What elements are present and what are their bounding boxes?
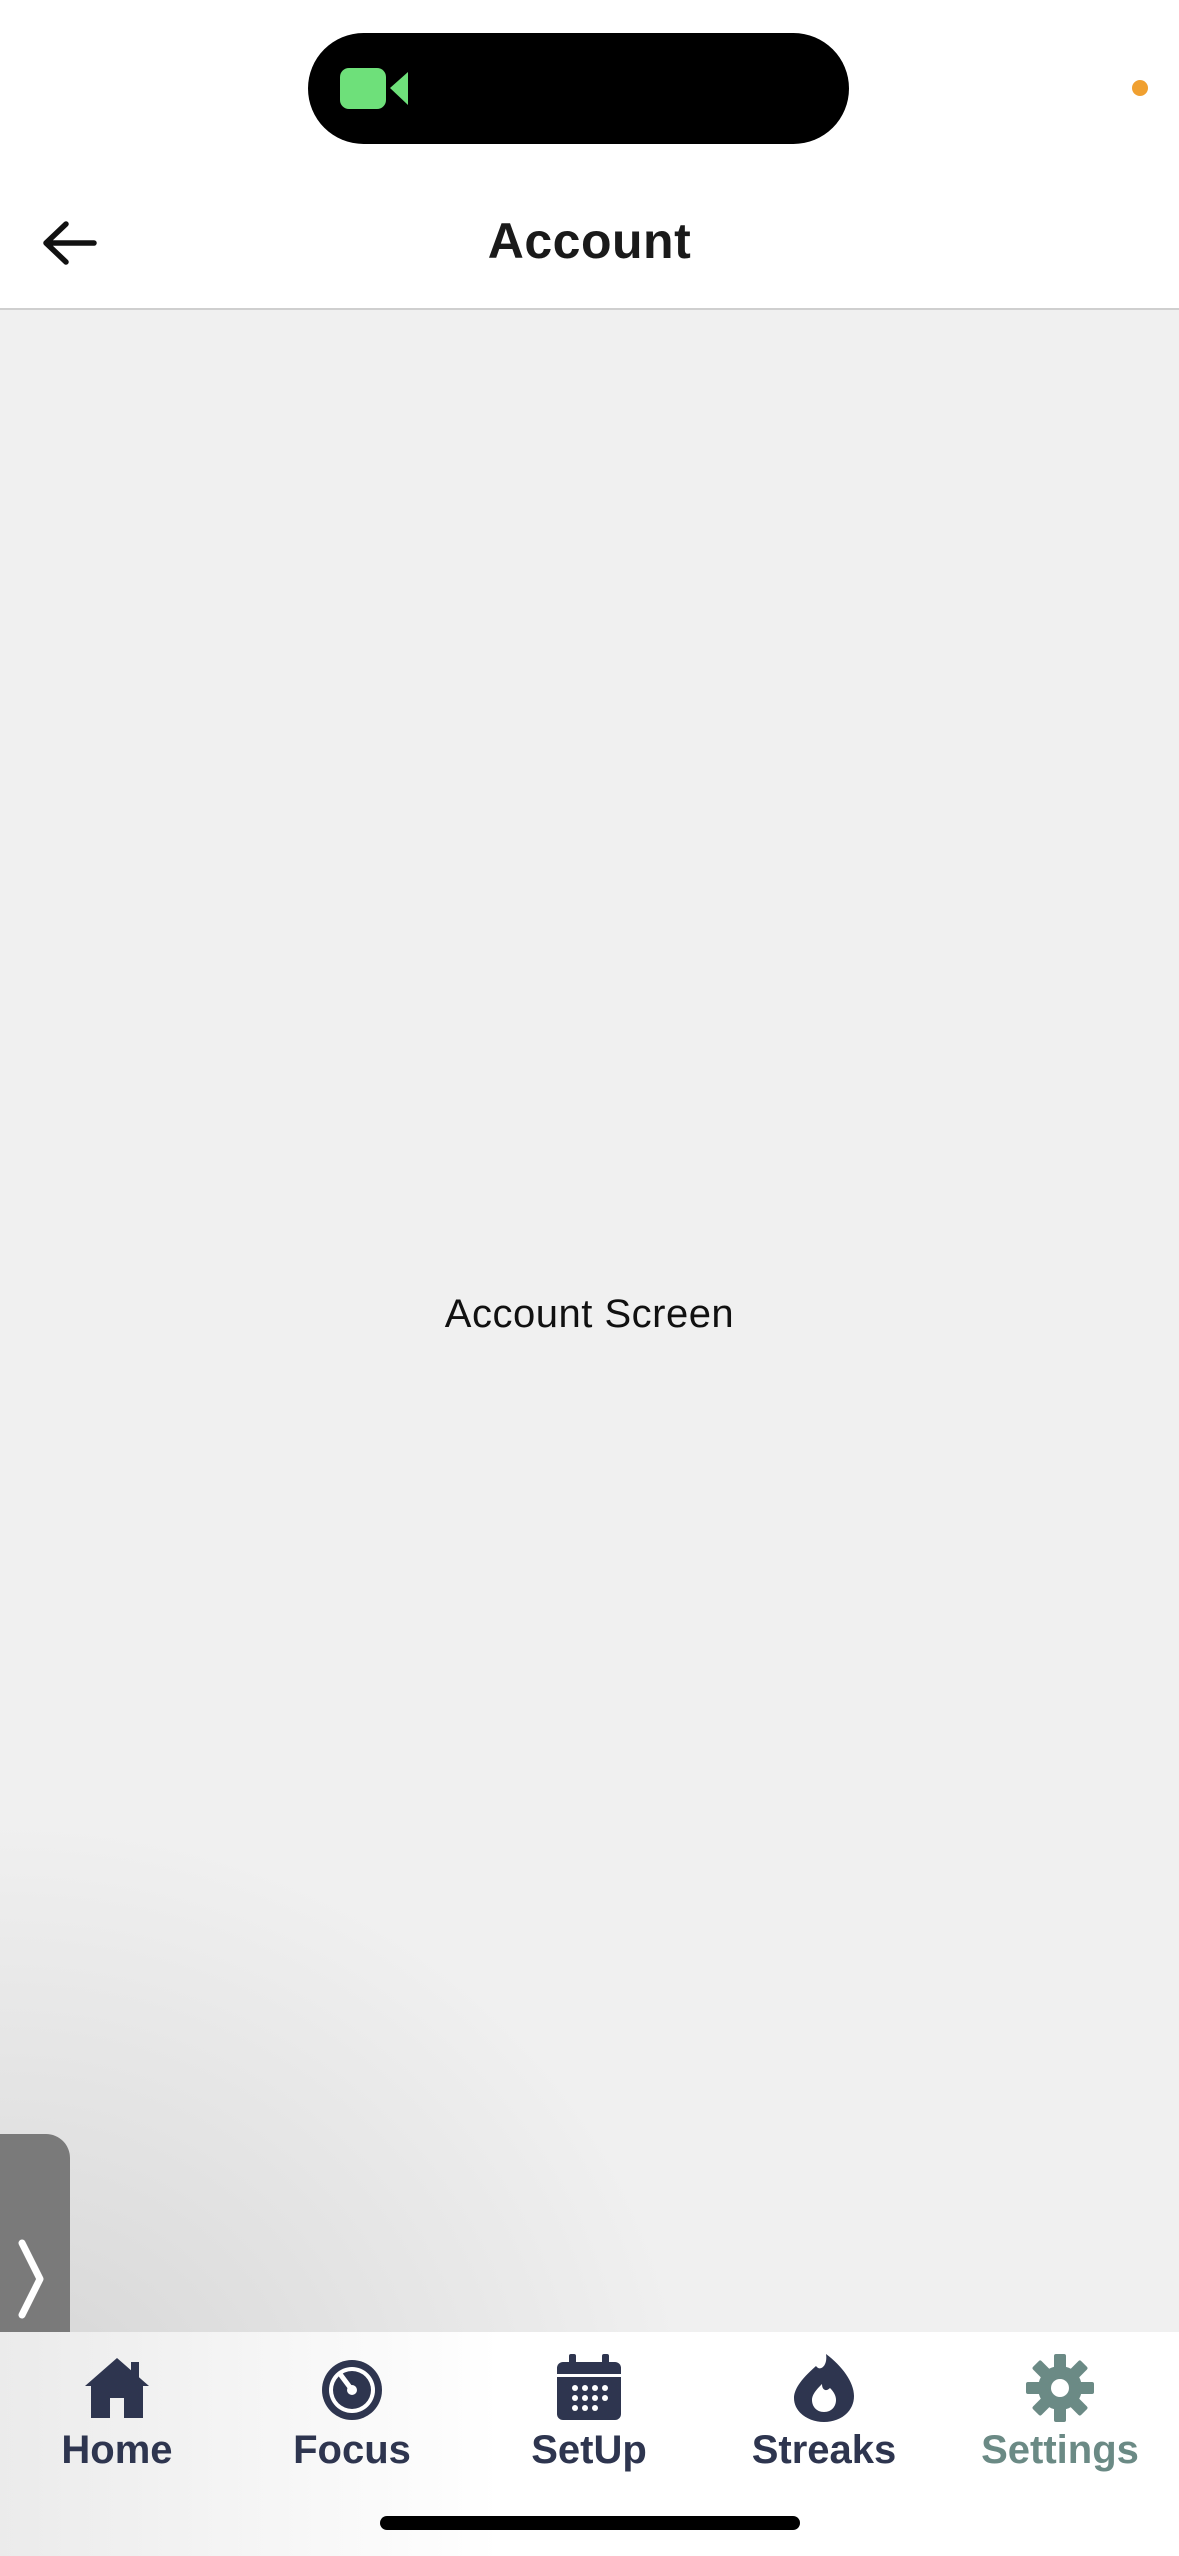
- house-icon: [85, 2358, 149, 2418]
- gear-icon: [1026, 2354, 1094, 2422]
- tab-setup[interactable]: SetUp: [489, 2352, 689, 2502]
- home-indicator[interactable]: [380, 2516, 800, 2530]
- page-title: Account: [487, 213, 692, 269]
- navigation-header: Account: [0, 180, 1179, 310]
- tab-home[interactable]: Home: [17, 2352, 217, 2502]
- tab-label: Home: [61, 2428, 173, 2472]
- tab-focus[interactable]: Focus: [252, 2352, 452, 2502]
- tab-label: Focus: [293, 2428, 411, 2472]
- video-camera-icon: [340, 68, 408, 109]
- tab-streaks[interactable]: Streaks: [724, 2352, 924, 2502]
- status-bar: [0, 0, 1179, 180]
- tab-label: Streaks: [751, 2428, 897, 2472]
- account-screen-label: Account Screen: [444, 1292, 735, 1336]
- flame-icon: [794, 2354, 854, 2422]
- tab-label: Settings: [981, 2428, 1139, 2472]
- tab-settings[interactable]: Settings: [960, 2352, 1160, 2502]
- app-screen: Account Account Screen Home Focus SetUp …: [0, 0, 1179, 2556]
- stopwatch-icon: [322, 2360, 382, 2420]
- recording-indicator-dot: [1132, 80, 1148, 96]
- calendar-icon: [557, 2354, 621, 2420]
- chevron-right-icon: [18, 2239, 44, 2319]
- tab-label: SetUp: [531, 2428, 647, 2472]
- main-content: Account Screen: [0, 312, 1179, 2432]
- dynamic-island: [308, 33, 849, 144]
